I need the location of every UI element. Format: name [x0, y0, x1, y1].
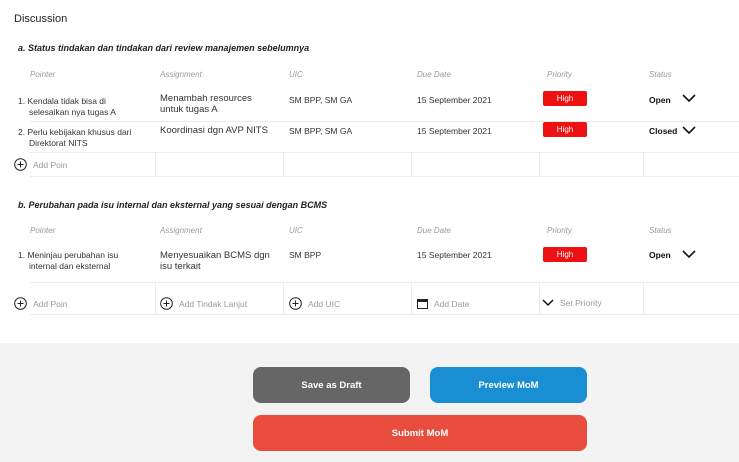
header-pointer: Pointer: [30, 226, 56, 235]
header-status: Status: [649, 226, 672, 235]
plus-circle-icon: [14, 158, 27, 171]
uic-cell[interactable]: SM BPP, SM GA: [289, 95, 352, 106]
header-uic: UIC: [289, 70, 303, 79]
row-divider: [30, 152, 739, 153]
due-date-cell[interactable]: 15 September 2021: [417, 250, 492, 261]
row-divider: [30, 121, 739, 122]
add-date-button[interactable]: Add Date: [417, 298, 469, 309]
column-divider: [643, 282, 644, 314]
header-priority: Priority: [547, 70, 572, 79]
add-poin-button[interactable]: Add Poin: [14, 158, 68, 171]
status-value: Closed: [649, 126, 678, 136]
pointer-line: 1. Kendala tidak bisa di: [18, 96, 106, 106]
add-uic-label: Add UIC: [308, 298, 341, 309]
pointer-cell: 1. Meninjau perubahan isu internal dan e…: [18, 250, 118, 272]
discussion-card: Discussion a. Status tindakan dan tindak…: [0, 0, 739, 343]
pointer-line: internal dan eksternal: [29, 261, 111, 271]
header-pointer: Pointer: [30, 70, 56, 79]
pointer-line: 1. Meninjau perubahan isu: [18, 250, 119, 260]
plus-circle-icon: [289, 297, 302, 310]
assignment-cell[interactable]: Koordinasi dgn AVP NITS: [160, 125, 268, 136]
priority-badge[interactable]: High: [543, 247, 587, 262]
column-divider: [283, 282, 284, 314]
header-assignment: Assignment: [160, 70, 202, 79]
chevron-down-icon[interactable]: [682, 125, 696, 135]
section-a-title: a. Status tindakan dan tindakan dari rev…: [18, 43, 310, 53]
chevron-down-icon: [542, 299, 554, 307]
header-due-date: Due Date: [417, 226, 451, 235]
uic-cell[interactable]: SM BPP, SM GA: [289, 126, 352, 137]
status-value: Open: [649, 250, 671, 260]
add-tindak-lanjut-label: Add Tindak Lanjut: [179, 298, 248, 309]
pointer-cell: 1. Kendala tidak bisa di selesaikan nya …: [18, 96, 116, 118]
row-divider: [30, 314, 739, 315]
assignment-line: Menambah resources: [160, 93, 252, 104]
column-divider: [643, 152, 644, 176]
chevron-down-icon[interactable]: [682, 249, 696, 259]
assignment-cell[interactable]: Menyesuaikan BCMS dgn isu terkait: [160, 250, 270, 272]
header-priority: Priority: [547, 226, 572, 235]
set-priority-label: Set Priority: [560, 298, 602, 308]
add-poin-button[interactable]: Add Poin: [14, 297, 68, 310]
column-divider: [539, 282, 540, 314]
column-divider: [283, 152, 284, 176]
add-poin-label: Add Poin: [33, 159, 68, 170]
due-date-cell[interactable]: 15 September 2021: [417, 95, 492, 106]
column-divider: [155, 282, 156, 314]
priority-badge[interactable]: High: [543, 122, 587, 137]
chevron-down-icon[interactable]: [682, 93, 696, 103]
assignment-line: Koordinasi dgn AVP NITS: [160, 125, 268, 136]
assignment-line: untuk tugas A: [160, 104, 218, 115]
save-as-draft-button[interactable]: Save as Draft: [253, 367, 410, 403]
column-divider: [411, 152, 412, 176]
pointer-line: 2. Perlu kebijakan khusus dari: [18, 127, 132, 137]
column-divider: [155, 152, 156, 176]
header-assignment: Assignment: [160, 226, 202, 235]
uic-cell[interactable]: SM BPP: [289, 250, 321, 261]
header-status: Status: [649, 70, 672, 79]
column-divider: [539, 152, 540, 176]
add-date-label: Add Date: [434, 298, 470, 309]
pointer-line: Direktorat NITS: [29, 138, 88, 148]
assignment-cell[interactable]: Menambah resources untuk tugas A: [160, 93, 252, 115]
header-due-date: Due Date: [417, 70, 451, 79]
column-divider: [411, 282, 412, 314]
section-b-title: b. Perubahan pada isu internal dan ekste…: [18, 200, 328, 210]
add-poin-label: Add Poin: [33, 298, 68, 309]
calendar-icon: [417, 299, 428, 309]
status-value: Open: [649, 95, 671, 105]
submit-mom-button[interactable]: Submit MoM: [253, 415, 587, 451]
due-date-cell[interactable]: 15 September 2021: [417, 126, 492, 137]
assignment-line: Menyesuaikan BCMS dgn: [160, 250, 270, 261]
add-uic-button[interactable]: Add UIC: [289, 297, 340, 310]
pointer-line: selesaikan nya tugas A: [29, 107, 116, 117]
assignment-line: isu terkait: [160, 261, 201, 272]
set-priority-dropdown[interactable]: Set Priority: [542, 298, 602, 308]
discussion-title: Discussion: [14, 13, 68, 25]
row-divider: [30, 176, 739, 177]
pointer-cell: 2. Perlu kebijakan khusus dari Direktora…: [18, 127, 131, 149]
plus-circle-icon: [160, 297, 173, 310]
plus-circle-icon: [14, 297, 27, 310]
row-divider: [30, 282, 739, 283]
preview-mom-button[interactable]: Preview MoM: [430, 367, 587, 403]
priority-badge[interactable]: High: [543, 91, 587, 106]
add-tindak-lanjut-button[interactable]: Add Tindak Lanjut: [160, 297, 247, 310]
header-uic: UIC: [289, 226, 303, 235]
